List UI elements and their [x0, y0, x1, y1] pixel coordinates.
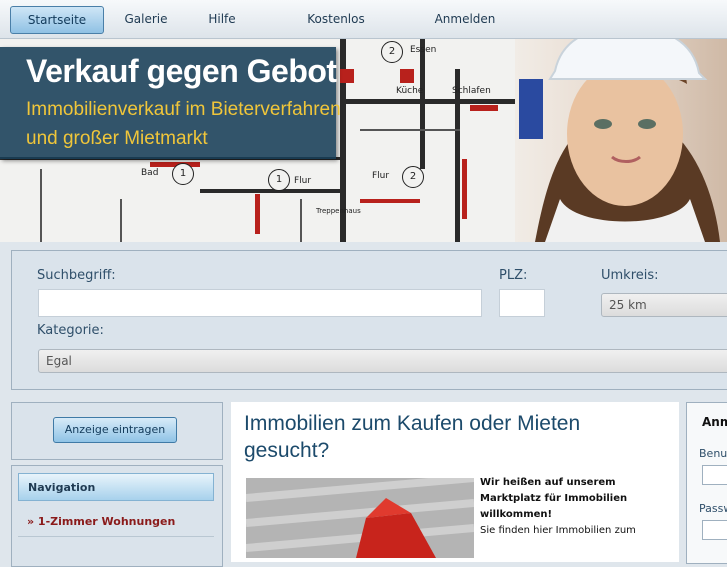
house-keys-image: [246, 478, 474, 558]
keyword-input[interactable]: [38, 289, 482, 317]
page-title: Immobilien zum Kaufen oder Mieten gesuch…: [244, 412, 581, 462]
login-heading: Anm: [702, 415, 727, 429]
plz-input[interactable]: [499, 289, 545, 317]
keyword-label: Suchbegriff:: [37, 268, 116, 283]
blueprint-label: Küche: [396, 86, 424, 96]
banner-subtitle: und großer Mietmarkt: [26, 128, 208, 149]
password-input[interactable]: [702, 520, 727, 540]
navigation-heading: Navigation: [18, 473, 214, 501]
login-box: Anm Benu Passw: [686, 402, 727, 564]
intro-text: Sie finden hier Immobilien zum: [480, 525, 636, 536]
category-select[interactable]: Egal: [38, 349, 727, 373]
blueprint-number: 2: [402, 166, 424, 188]
welcome-text: Wir heißen auf unserem Marktplatz für Im…: [480, 477, 628, 520]
username-input[interactable]: [702, 465, 727, 485]
nav-anmelden[interactable]: Anmelden: [430, 6, 500, 32]
worker-photo: [515, 39, 727, 242]
blueprint-label: Flur: [372, 171, 390, 181]
blueprint-label: Flur: [294, 176, 312, 186]
radius-label: Umkreis:: [601, 268, 659, 283]
blueprint-number: 2: [381, 41, 403, 63]
radius-select[interactable]: 25 km: [601, 293, 727, 317]
blueprint-label: Treppenhaus: [316, 207, 361, 215]
blueprint-number: 1: [268, 169, 290, 191]
password-label: Passw: [699, 502, 727, 515]
nav-galerie[interactable]: Galerie: [118, 6, 174, 32]
top-navigation: Startseite Galerie Hilfe Kostenlos regis…: [0, 0, 727, 52]
plz-label: PLZ:: [499, 268, 528, 283]
category-label: Kategorie:: [37, 323, 104, 338]
blueprint-label: Essen: [410, 45, 437, 55]
nav-link-1-zimmer[interactable]: » 1-Zimmer Wohnungen: [27, 515, 175, 528]
search-panel: Suchbegriff: PLZ: Umkreis: 25 km Kategor…: [11, 250, 727, 390]
banner-title-box: Verkauf gegen Gebot Immobilienverkauf im…: [0, 47, 341, 159]
sidebar-navigation: Navigation » 1-Zimmer Wohnungen: [11, 465, 223, 567]
blueprint-label: Bad: [141, 168, 159, 178]
blueprint-label: Schlafen: [452, 86, 491, 96]
banner-title: Verkauf gegen Gebot: [26, 53, 337, 89]
main-content: Immobilien zum Kaufen oder Mieten gesuch…: [231, 402, 679, 562]
nav-registrieren[interactable]: Kostenlos registrieren: [272, 6, 400, 52]
nav-hilfe[interactable]: Hilfe: [200, 6, 244, 32]
divider: [18, 536, 214, 537]
blueprint-number: 1: [172, 163, 194, 185]
username-label: Benu: [699, 447, 727, 460]
add-listing-button[interactable]: Anzeige eintragen: [53, 417, 177, 443]
header-banner: Essen Küche Schlafen Bad Flur Flur Trepp…: [0, 39, 727, 242]
nav-startseite[interactable]: Startseite: [10, 6, 104, 34]
add-listing-box: Anzeige eintragen: [11, 402, 223, 460]
banner-subtitle: Immobilienverkauf im Bieterverfahren: [26, 99, 341, 120]
